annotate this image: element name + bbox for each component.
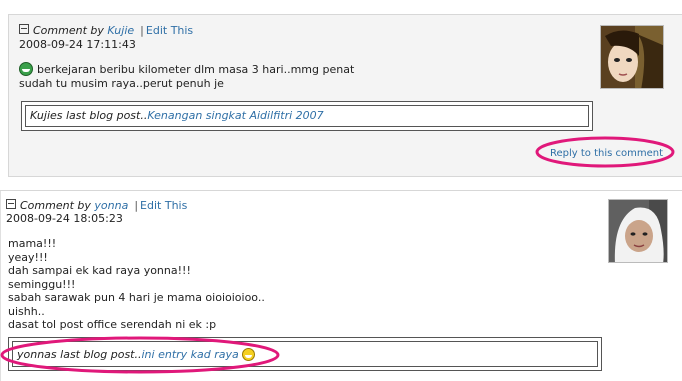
last-post-highlight-circle xyxy=(0,336,280,374)
highlight-annotations xyxy=(0,136,675,374)
reply-highlight-circle xyxy=(535,136,675,168)
